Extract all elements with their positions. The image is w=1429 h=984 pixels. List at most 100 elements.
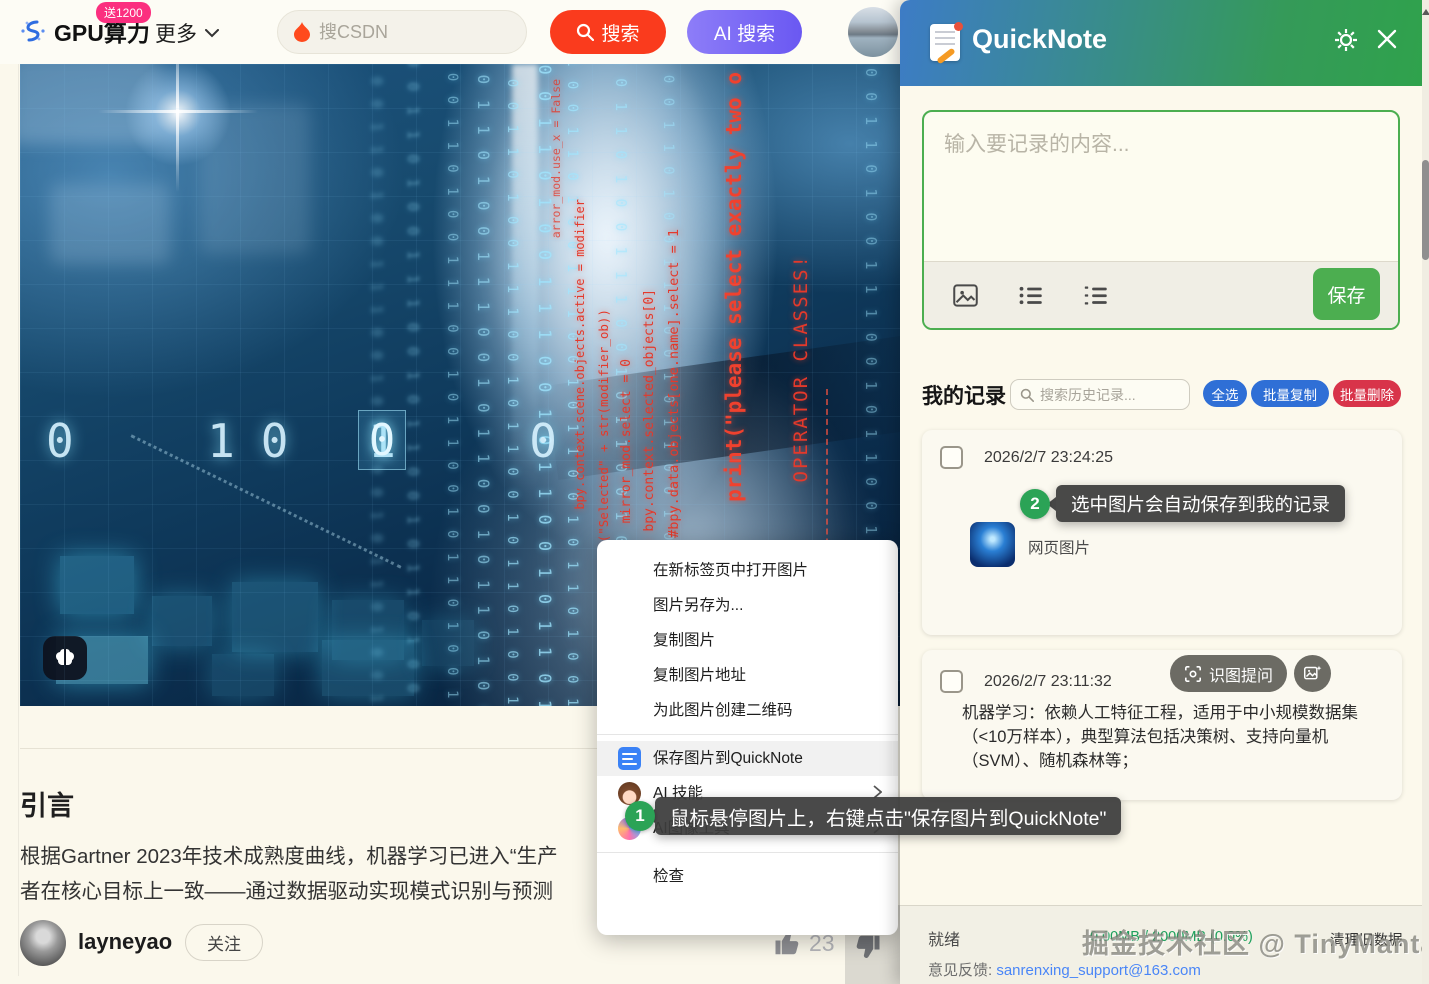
record-card: 2026/2/7 23:24:25 网页图片: [922, 430, 1402, 635]
storage-usage: 0.00MB / 2000MB (0.0%): [1090, 929, 1253, 945]
follow-button[interactable]: 关注: [185, 924, 263, 961]
records-title: 我的记录: [922, 380, 1006, 410]
brain-icon: [53, 647, 77, 669]
batch-copy-button[interactable]: 批量复制: [1251, 380, 1329, 407]
bullet-list-icon[interactable]: [1017, 282, 1044, 309]
binary-column: 1 0 0 1 1 0 1 0 0 1 1 1 0 0 1 0 1 1 0 0 …: [504, 64, 520, 706]
record-checkbox[interactable]: [940, 446, 963, 469]
image-sparkle-icon: [1303, 664, 1322, 683]
step1-tooltip: 鼠标悬停图片上，右键点击"保存图片到QuickNote": [655, 797, 1121, 835]
user-avatar[interactable]: [848, 7, 898, 57]
record-image-label: 网页图片: [1028, 536, 1090, 558]
clean-old-data-button[interactable]: 清理旧数据: [1330, 929, 1403, 950]
menu-item-copy-image-address[interactable]: 复制图片地址: [597, 658, 898, 693]
record-date: 2026/2/7 23:24:25: [984, 449, 1113, 467]
insert-image-icon[interactable]: [952, 282, 979, 309]
menu-item-label: 保存图片到QuickNote: [653, 750, 803, 767]
batch-delete-button[interactable]: 批量删除: [1333, 380, 1401, 407]
boxed-binary-digit: 0: [358, 410, 406, 470]
top-navigation-bar: GPU算力 送1200 更多 搜索 AI 搜索: [0, 0, 900, 64]
record-image-thumbnail[interactable]: [970, 522, 1015, 567]
code-text: arror_mod.use_x = False: [549, 79, 563, 238]
logo-icon: [20, 18, 46, 44]
binary-column: 1 0 0 1 1 0 1 0 0 1 1 1 0 0 1 0 1 1 0 0 …: [444, 64, 460, 706]
menu-item-copy-image[interactable]: 复制图片: [597, 623, 898, 658]
ai-search-button[interactable]: AI 搜索: [687, 10, 802, 54]
dislike-button[interactable]: [852, 932, 882, 962]
records-header: 我的记录 全选 批量复制 批量删除: [900, 378, 1422, 412]
ai-search-button-label: AI 搜索: [714, 19, 775, 46]
search-icon: [1020, 388, 1034, 402]
glow-square: [322, 640, 414, 696]
feedback-row: 意见反馈: sanrenxing_support@163.com: [928, 959, 1201, 980]
large-binary-digits: 0 10 1 0: [46, 414, 583, 468]
code-text: print("please select exactly two o: [722, 72, 746, 502]
more-label: 更多: [155, 18, 197, 48]
thumbs-down-icon: [852, 932, 882, 962]
step1-tooltip-text: 鼠标悬停图片上，右键点击"保存图片到QuickNote": [670, 802, 1106, 831]
section-title: 引言: [20, 784, 74, 823]
chevron-down-icon: [205, 29, 219, 38]
screenshot-root: GPU算力 送1200 更多 搜索 AI 搜索: [0, 0, 1429, 984]
scrollbar-up-arrow[interactable]: [1422, 5, 1429, 15]
ask-about-image-label: 识图提问: [1209, 662, 1273, 686]
binary-column: 1 0 0 1 1 0 1 0 0 1 1 1 0 0 1 0 1 1 0 0 …: [474, 64, 493, 706]
close-icon[interactable]: [1376, 28, 1398, 50]
note-input[interactable]: [924, 112, 1398, 262]
code-text: OPERATOR CLASSES!: [790, 254, 812, 482]
quicknote-title: QuickNote: [972, 24, 1107, 55]
numbered-list-icon[interactable]: [1082, 282, 1109, 309]
menu-separator: [597, 734, 898, 735]
code-text: #bpy.data.objects[one.name].select = 1: [666, 229, 682, 538]
view-image-button[interactable]: [1294, 655, 1331, 692]
status-text: 就绪: [928, 926, 960, 950]
select-all-button[interactable]: 全选: [1203, 380, 1247, 407]
quicknote-header: QuickNote: [900, 0, 1422, 86]
quicknote-logo-icon: [930, 24, 960, 61]
code-text: mirror_mod.select = 0: [619, 359, 634, 523]
glow-square: [60, 556, 134, 614]
menu-item-create-qr-code[interactable]: 为此图片创建二维码: [597, 693, 898, 728]
save-note-button[interactable]: 保存: [1313, 268, 1380, 320]
scrollbar-thumb[interactable]: [1422, 160, 1429, 260]
menu-item-inspect[interactable]: 检查: [597, 859, 898, 894]
menu-item-save-image-as[interactable]: 图片另存为...: [597, 588, 898, 623]
image-context-menu: 在新标签页中打开图片 图片另存为... 复制图片 复制图片地址 为此图片创建二维…: [597, 540, 898, 935]
menu-item-save-to-quicknote[interactable]: 保存图片到QuickNote: [597, 741, 898, 776]
step2-tooltip-text: 选中图片会自动保存到我的记录: [1071, 491, 1330, 517]
glow-square: [232, 582, 318, 652]
menu-item-open-in-new-tab[interactable]: 在新标签页中打开图片: [597, 553, 898, 588]
scan-image-icon: [1184, 665, 1202, 683]
site-search-input[interactable]: [319, 22, 489, 43]
feedback-email-link[interactable]: sanrenxing_support@163.com: [996, 962, 1201, 979]
ai-brain-overlay-button[interactable]: [43, 636, 87, 680]
author-name[interactable]: layneyao: [78, 929, 172, 955]
settings-gear-icon[interactable]: [1332, 26, 1360, 54]
browser-scrollbar[interactable]: [1422, 0, 1429, 984]
glow-square: [422, 620, 474, 666]
lens-flare-ray: [176, 64, 179, 192]
records-search-box[interactable]: [1010, 379, 1190, 410]
records-search-input[interactable]: [1040, 387, 1170, 403]
step2-tooltip: 选中图片会自动保存到我的记录: [1056, 485, 1345, 522]
record-checkbox[interactable]: [940, 670, 963, 693]
promo-badge: 送1200: [96, 2, 151, 23]
more-menu[interactable]: 更多: [155, 18, 219, 48]
record-card: 2026/2/7 23:11:32 识图提问 机器学习：依赖人工特征工程，适用于…: [922, 650, 1402, 800]
note-toolbar: 保存: [924, 261, 1398, 328]
search-button[interactable]: 搜索: [550, 10, 666, 54]
search-button-label: 搜索: [601, 19, 639, 46]
bokeh-highlight: [50, 184, 170, 264]
quicknote-footer: 就绪 0.00MB / 2000MB (0.0%) 清理旧数据 意见反馈: sa…: [900, 905, 1422, 984]
ask-about-image-button[interactable]: 识图提问: [1170, 655, 1287, 692]
record-text: 机器学习：依赖人工特征工程，适用于中小规模数据集（<10万样本），典型算法包括决…: [962, 702, 1386, 774]
glow-square: [152, 596, 212, 646]
site-search-box[interactable]: [277, 10, 527, 54]
search-icon: [576, 23, 594, 41]
content-border: [18, 64, 19, 976]
step2-badge: 2: [1020, 489, 1050, 519]
quicknote-note-icon: [618, 747, 641, 770]
author-avatar[interactable]: [20, 920, 66, 966]
flame-icon: [294, 22, 310, 42]
note-editor: 保存: [922, 110, 1400, 330]
